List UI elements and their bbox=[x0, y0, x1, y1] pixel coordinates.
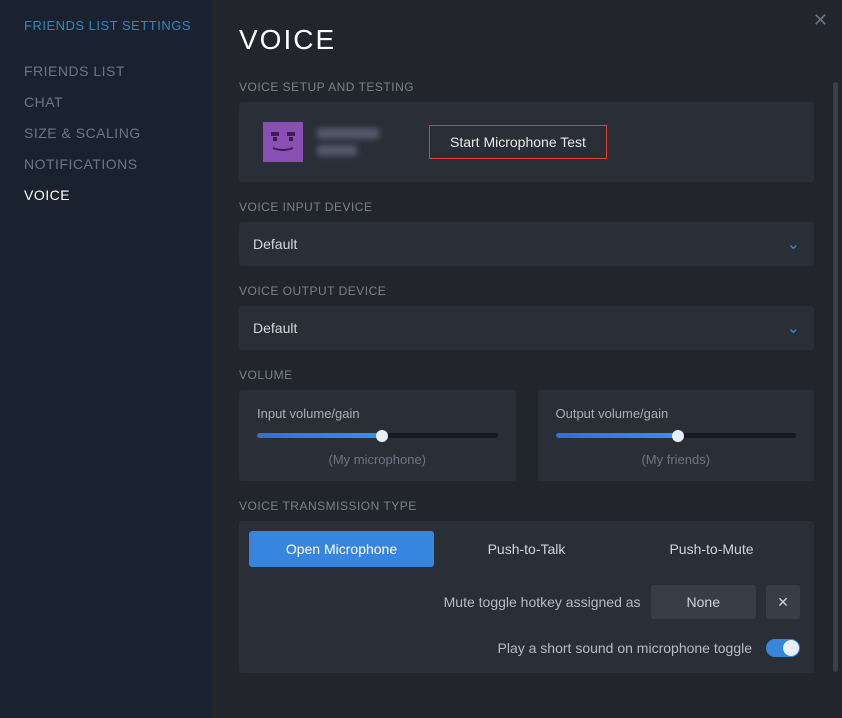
hotkey-clear-button[interactable]: ✕ bbox=[766, 585, 800, 619]
transmission-push-to-talk[interactable]: Push-to-Talk bbox=[434, 531, 619, 567]
section-label-output-device: VOICE OUTPUT DEVICE bbox=[239, 284, 814, 298]
voice-output-device-select[interactable]: Default ⌄ bbox=[239, 306, 814, 350]
chevron-down-icon: ⌄ bbox=[787, 234, 800, 254]
voice-input-device-select[interactable]: Default ⌄ bbox=[239, 222, 814, 266]
sidebar-item-chat[interactable]: CHAT bbox=[24, 94, 211, 110]
hotkey-label: Mute toggle hotkey assigned as bbox=[444, 594, 641, 610]
transmission-open-mic[interactable]: Open Microphone bbox=[249, 531, 434, 567]
user-name-placeholder bbox=[317, 128, 387, 156]
setup-panel: Start Microphone Test bbox=[239, 102, 814, 182]
chevron-down-icon: ⌄ bbox=[787, 318, 800, 338]
avatar bbox=[263, 122, 303, 162]
sound-toggle-switch[interactable] bbox=[766, 639, 800, 657]
avatar-face-icon bbox=[263, 122, 303, 162]
voice-input-device-value: Default bbox=[253, 236, 297, 252]
input-volume-label: Input volume/gain bbox=[257, 406, 498, 421]
sound-toggle-label: Play a short sound on microphone toggle bbox=[498, 640, 753, 656]
main-content: ✕ VOICE VOICE SETUP AND TESTING Start Mi… bbox=[211, 0, 842, 718]
scrollbar[interactable] bbox=[833, 82, 838, 672]
output-volume-label: Output volume/gain bbox=[556, 406, 797, 421]
hotkey-input[interactable]: None bbox=[651, 585, 756, 619]
start-mic-test-button[interactable]: Start Microphone Test bbox=[429, 125, 607, 159]
input-volume-slider[interactable] bbox=[257, 433, 498, 438]
transmission-panel: Open Microphone Push-to-Talk Push-to-Mut… bbox=[239, 521, 814, 673]
section-label-transmission: VOICE TRANSMISSION TYPE bbox=[239, 499, 814, 513]
section-label-setup: VOICE SETUP AND TESTING bbox=[239, 80, 814, 94]
close-button[interactable]: ✕ bbox=[813, 10, 828, 31]
section-label-volume: VOLUME bbox=[239, 368, 814, 382]
output-volume-slider[interactable] bbox=[556, 433, 797, 438]
input-volume-card: Input volume/gain (My microphone) bbox=[239, 390, 516, 481]
sidebar-title: FRIENDS LIST SETTINGS bbox=[24, 18, 211, 33]
transmission-push-to-mute[interactable]: Push-to-Mute bbox=[619, 531, 804, 567]
sidebar-item-voice[interactable]: VOICE bbox=[24, 187, 211, 203]
input-volume-caption: (My microphone) bbox=[257, 452, 498, 467]
close-icon: ✕ bbox=[813, 10, 828, 30]
voice-output-device-value: Default bbox=[253, 320, 297, 336]
toggle-knob bbox=[783, 640, 799, 656]
sidebar-item-friends-list[interactable]: FRIENDS LIST bbox=[24, 63, 211, 79]
sidebar-item-size-scaling[interactable]: SIZE & SCALING bbox=[24, 125, 211, 141]
page-title: VOICE bbox=[239, 24, 814, 56]
sidebar: FRIENDS LIST SETTINGS FRIENDS LIST CHAT … bbox=[0, 0, 211, 718]
sidebar-item-notifications[interactable]: NOTIFICATIONS bbox=[24, 156, 211, 172]
close-icon: ✕ bbox=[777, 594, 789, 611]
output-volume-card: Output volume/gain (My friends) bbox=[538, 390, 815, 481]
output-volume-caption: (My friends) bbox=[556, 452, 797, 467]
section-label-input-device: VOICE INPUT DEVICE bbox=[239, 200, 814, 214]
